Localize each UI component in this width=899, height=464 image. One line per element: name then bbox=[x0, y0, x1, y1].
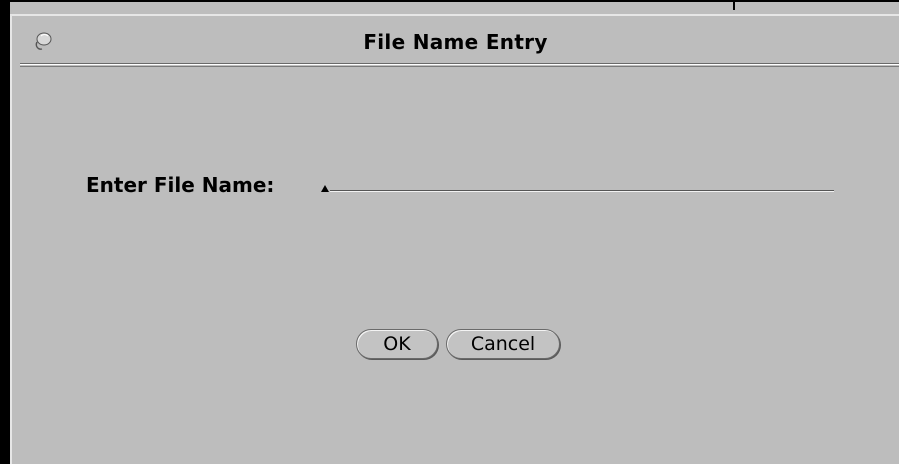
cancel-button[interactable]: Cancel bbox=[446, 329, 560, 359]
dialog-window: File Name Entry Enter File Name: OK Canc… bbox=[10, 14, 899, 464]
file-name-input[interactable] bbox=[332, 170, 834, 192]
file-name-underline bbox=[330, 190, 834, 192]
title-separator-lower bbox=[20, 66, 899, 67]
outer-left-border bbox=[0, 0, 10, 464]
title-bar[interactable]: File Name Entry bbox=[12, 16, 899, 68]
text-caret-icon bbox=[321, 185, 329, 192]
file-name-label: Enter File Name: bbox=[86, 173, 275, 197]
ok-button[interactable]: OK bbox=[356, 329, 438, 359]
screen: File Name Entry Enter File Name: OK Canc… bbox=[0, 0, 899, 464]
outer-top-border bbox=[0, 0, 899, 2]
window-title: File Name Entry bbox=[363, 30, 548, 54]
file-name-field[interactable] bbox=[318, 168, 834, 196]
outer-notch bbox=[733, 0, 735, 10]
title-separator bbox=[20, 63, 899, 65]
